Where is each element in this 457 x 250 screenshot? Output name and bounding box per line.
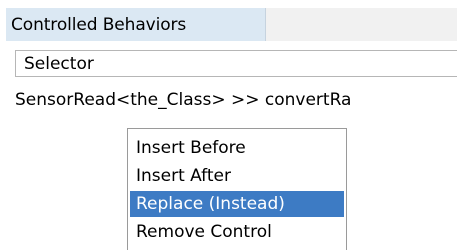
menu-item-remove-control[interactable]: Remove Control <box>130 219 344 245</box>
menu-item-insert-before[interactable]: Insert Before <box>130 135 344 161</box>
table-row[interactable]: SensorRead<the_Class> >> convertRa <box>15 88 457 114</box>
controlled-behaviors-panel: Controlled Behaviors Selector SensorRead… <box>0 0 457 250</box>
context-menu: Insert Before Insert After Replace (Inst… <box>127 128 347 250</box>
tab-controlled-behaviors[interactable]: Controlled Behaviors <box>6 8 266 41</box>
menu-item-replace-instead[interactable]: Replace (Instead) <box>130 191 344 217</box>
column-header-selector[interactable]: Selector <box>15 50 457 77</box>
menu-item-insert-after[interactable]: Insert After <box>130 163 344 189</box>
panel-header: Controlled Behaviors <box>6 8 457 41</box>
